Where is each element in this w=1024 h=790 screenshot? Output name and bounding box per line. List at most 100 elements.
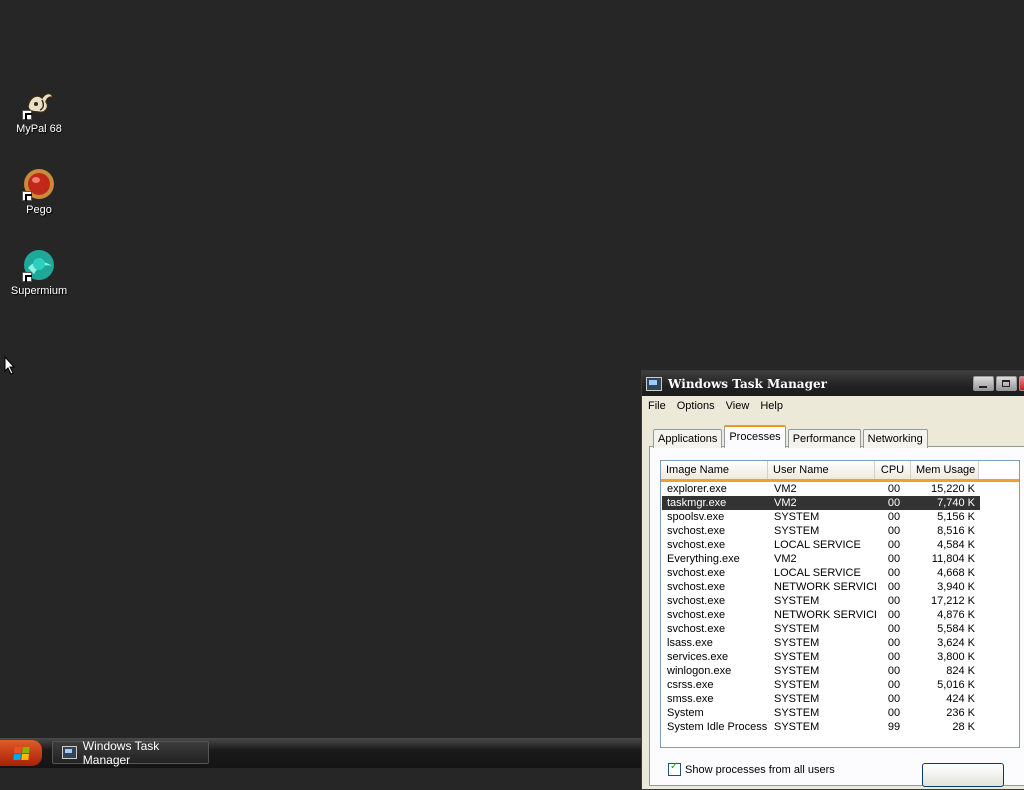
pego-icon: [22, 167, 56, 201]
process-row[interactable]: lsass.exe SYSTEM 00 3,624 K: [662, 636, 1019, 650]
process-user-name: SYSTEM: [774, 721, 820, 733]
process-list[interactable]: Image Name User Name CPU Mem Usage explo…: [660, 460, 1020, 748]
process-image-name: spoolsv.exe: [667, 511, 725, 523]
show-all-users-option[interactable]: Show processes from all users: [668, 761, 835, 776]
process-row[interactable]: services.exe SYSTEM 00 3,800 K: [662, 650, 1019, 664]
desktop-icon-pego[interactable]: Pego: [1, 167, 77, 216]
process-cpu: 00: [887, 679, 901, 691]
close-button[interactable]: ×: [1019, 376, 1024, 391]
desktop-icon-mypal[interactable]: MyPal 68: [1, 86, 77, 135]
process-mem-usage: 3,800 K: [937, 651, 975, 663]
process-cpu: 00: [887, 637, 901, 649]
tab-applications[interactable]: Applications: [653, 429, 723, 448]
process-user-name: VM2: [774, 497, 797, 509]
process-image-name: System: [667, 707, 704, 719]
process-row[interactable]: taskmgr.exe VM2 00 7,740 K: [662, 496, 980, 510]
process-user-name: SYSTEM: [774, 637, 820, 649]
process-row[interactable]: svchost.exe NETWORK SERVICE 00 3,940 K: [662, 580, 1019, 594]
process-cpu: 00: [887, 609, 901, 621]
process-mem-usage: 28 K: [952, 721, 975, 733]
process-cpu: 00: [887, 497, 901, 509]
process-mem-usage: 3,940 K: [937, 581, 975, 593]
process-user-name: SYSTEM: [774, 651, 820, 663]
process-cpu: 00: [887, 651, 901, 663]
process-row[interactable]: System Idle Process SYSTEM 99 28 K: [662, 720, 1019, 734]
tab-performance[interactable]: Performance: [787, 429, 861, 448]
process-image-name: svchost.exe: [667, 525, 726, 537]
process-cpu: 00: [887, 553, 901, 565]
process-user-name: LOCAL SERVICE: [774, 567, 861, 579]
process-mem-usage: 4,668 K: [937, 567, 975, 579]
process-row[interactable]: explorer.exe VM2 00 15,220 K: [662, 482, 1019, 496]
menu-options[interactable]: Options: [677, 400, 715, 412]
process-user-name: SYSTEM: [774, 679, 820, 691]
process-cpu: 00: [887, 483, 901, 495]
process-row[interactable]: csrss.exe SYSTEM 00 5,016 K: [662, 678, 1019, 692]
process-mem-usage: 5,016 K: [937, 679, 975, 691]
process-row[interactable]: Everything.exe VM2 00 11,804 K: [662, 552, 1019, 566]
process-mem-usage: 17,212 K: [930, 595, 975, 607]
process-row[interactable]: svchost.exe SYSTEM 00 17,212 K: [662, 594, 1019, 608]
taskbar: Windows Task Manager: [0, 738, 641, 768]
process-image-name: svchost.exe: [667, 623, 726, 635]
process-mem-usage: 824 K: [946, 665, 975, 677]
process-image-name: winlogon.exe: [667, 665, 732, 677]
minimize-button[interactable]: [973, 376, 994, 391]
process-mem-usage: 3,624 K: [937, 637, 975, 649]
process-cpu: 00: [887, 693, 901, 705]
process-user-name: SYSTEM: [774, 623, 820, 635]
desktop-icon-label: Pego: [26, 204, 52, 216]
windows-logo-icon: [12, 746, 30, 760]
end-process-button[interactable]: [922, 763, 1004, 787]
taskbar-button-label: Windows Task Manager: [82, 738, 160, 767]
shortcut-arrow-icon: [22, 272, 32, 282]
shortcut-arrow-icon: [22, 110, 32, 120]
tab-processes[interactable]: Processes: [724, 425, 786, 448]
show-all-users-label: Show processes from all users: [685, 763, 835, 776]
process-image-name: Everything.exe: [667, 553, 740, 565]
process-row[interactable]: svchost.exe NETWORK SERVICE 00 4,876 K: [662, 608, 1019, 622]
show-all-users-checkbox[interactable]: [668, 761, 681, 776]
process-row[interactable]: System SYSTEM 00 236 K: [662, 706, 1019, 720]
process-mem-usage: 4,584 K: [937, 539, 975, 551]
process-image-name: svchost.exe: [667, 581, 726, 593]
process-user-name: SYSTEM: [774, 525, 820, 537]
process-row[interactable]: winlogon.exe SYSTEM 00 824 K: [662, 664, 1019, 678]
process-mem-usage: 8,516 K: [937, 525, 975, 537]
process-mem-usage: 5,584 K: [937, 623, 975, 635]
tab-networking[interactable]: Networking: [862, 429, 928, 448]
menu-view[interactable]: View: [726, 400, 750, 412]
taskbar-button-task-manager[interactable]: Windows Task Manager: [52, 738, 209, 767]
process-user-name: NETWORK SERVICE: [774, 609, 876, 621]
process-image-name: csrss.exe: [667, 679, 714, 691]
task-manager-icon: [646, 376, 662, 391]
column-header-user-name[interactable]: User Name: [768, 461, 875, 479]
menu-file[interactable]: File: [648, 400, 666, 412]
menu-bar: File Options View Help: [642, 396, 1024, 416]
process-row[interactable]: smss.exe SYSTEM 00 424 K: [662, 692, 1019, 706]
maximize-button[interactable]: [996, 376, 1017, 391]
process-row[interactable]: svchost.exe SYSTEM 00 8,516 K: [662, 524, 1019, 538]
desktop-icon-supermium[interactable]: Supermium: [1, 248, 77, 297]
process-cpu: 00: [887, 665, 901, 677]
process-cpu: 00: [887, 581, 901, 593]
process-cpu: 00: [887, 623, 901, 635]
task-manager-icon: [62, 746, 77, 759]
column-header-image-name[interactable]: Image Name: [661, 461, 768, 479]
start-button[interactable]: [0, 740, 42, 766]
column-header-cpu[interactable]: CPU: [875, 461, 911, 479]
title-bar[interactable]: Windows Task Manager ×: [642, 371, 1024, 396]
process-row[interactable]: spoolsv.exe SYSTEM 00 5,156 K: [662, 510, 1019, 524]
process-row[interactable]: svchost.exe LOCAL SERVICE 00 4,584 K: [662, 538, 1019, 552]
process-user-name: SYSTEM: [774, 707, 820, 719]
process-rows: explorer.exe VM2 00 15,220 K taskmgr.exe VM2 0…: [661, 482, 1019, 734]
process-mem-usage: 5,156 K: [937, 511, 975, 523]
process-cpu: 99: [887, 721, 901, 733]
menu-help[interactable]: Help: [760, 400, 783, 412]
process-row[interactable]: svchost.exe SYSTEM 00 5,584 K: [662, 622, 1019, 636]
mypal-icon: [22, 86, 56, 120]
process-row[interactable]: svchost.exe LOCAL SERVICE 00 4,668 K: [662, 566, 1019, 580]
column-header-mem-usage[interactable]: Mem Usage: [911, 461, 979, 479]
process-image-name: lsass.exe: [667, 637, 713, 649]
process-image-name: svchost.exe: [667, 609, 726, 621]
